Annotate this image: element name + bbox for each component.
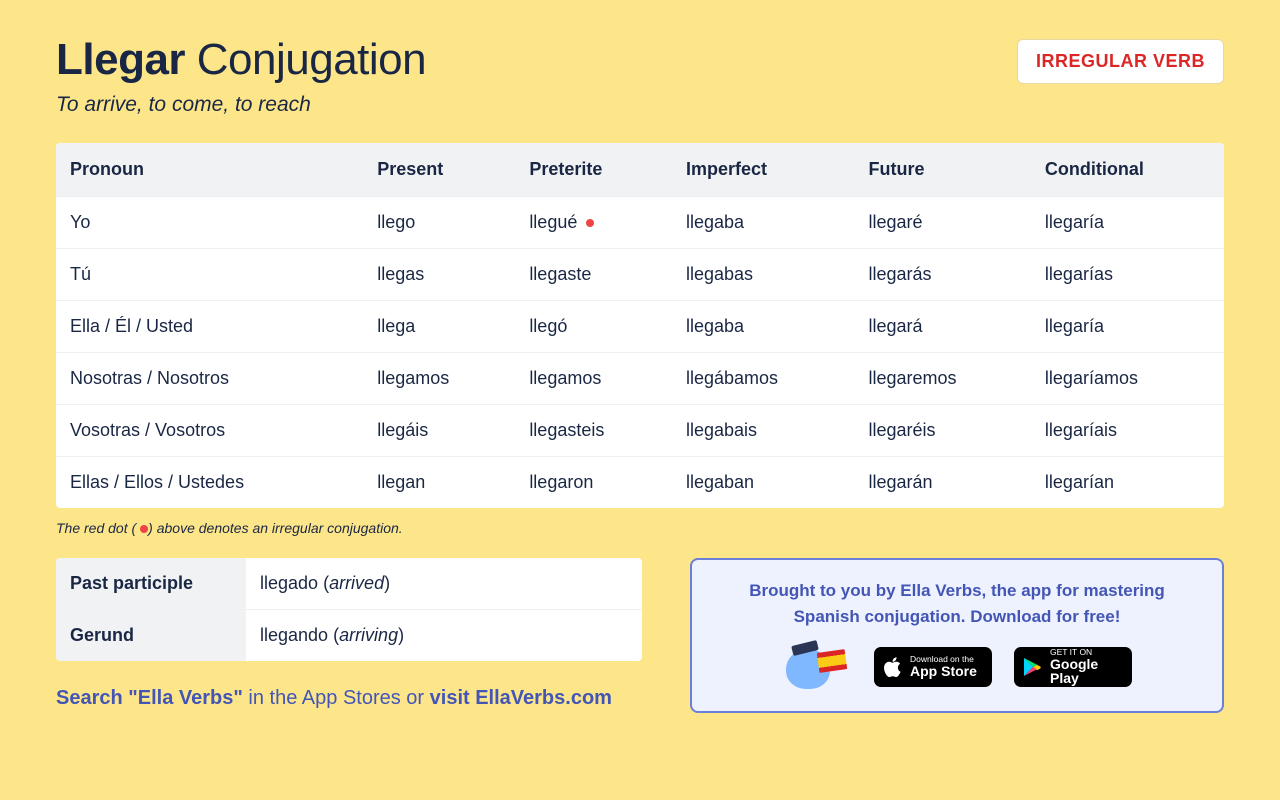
cell-imperfect: llegaba bbox=[672, 301, 855, 353]
cell-pronoun: Nosotras / Nosotros bbox=[56, 353, 363, 405]
column-header: Conditional bbox=[1031, 143, 1224, 197]
red-dot-icon bbox=[586, 219, 594, 227]
cell-imperfect: llegábamos bbox=[672, 353, 855, 405]
column-header: Future bbox=[855, 143, 1031, 197]
table-row: Ella / Él / Ustedllegallególlegaballegar… bbox=[56, 301, 1224, 353]
cell-conditional: llegaríamos bbox=[1031, 353, 1224, 405]
cell-pronoun: Ella / Él / Usted bbox=[56, 301, 363, 353]
cell-present: llego bbox=[363, 197, 515, 249]
past-participle-value: llegado (arrived) bbox=[246, 558, 642, 610]
cell-preterite: llegaste bbox=[515, 249, 672, 301]
cell-imperfect: llegaba bbox=[672, 197, 855, 249]
cell-future: llegaréis bbox=[855, 405, 1031, 457]
table-row: Túllegasllegastellegabasllegarásllegaría… bbox=[56, 249, 1224, 301]
cell-future: llegará bbox=[855, 301, 1031, 353]
google-play-icon bbox=[1023, 657, 1041, 677]
cell-conditional: llegarían bbox=[1031, 457, 1224, 509]
cell-imperfect: llegabas bbox=[672, 249, 855, 301]
gerund-label: Gerund bbox=[56, 610, 246, 662]
cell-preterite: llegasteis bbox=[515, 405, 672, 457]
cell-future: llegaré bbox=[855, 197, 1031, 249]
column-header: Present bbox=[363, 143, 515, 197]
apple-icon bbox=[883, 656, 901, 678]
cell-present: llega bbox=[363, 301, 515, 353]
cell-future: llegarán bbox=[855, 457, 1031, 509]
table-row: Ellas / Ellos / Ustedeslleganllegaronlle… bbox=[56, 457, 1224, 509]
cell-preterite: llegué bbox=[515, 197, 672, 249]
footnote: The red dot () above denotes an irregula… bbox=[56, 520, 1224, 536]
cell-conditional: llegaríais bbox=[1031, 405, 1224, 457]
cell-future: llegaremos bbox=[855, 353, 1031, 405]
cell-pronoun: Ellas / Ellos / Ustedes bbox=[56, 457, 363, 509]
search-cta: Search "Ella Verbs" in the App Stores or… bbox=[56, 687, 642, 710]
cell-preterite: llegaron bbox=[515, 457, 672, 509]
table-row: Nosotras / Nosotrosllegamosllegamosllegá… bbox=[56, 353, 1224, 405]
cell-preterite: llegó bbox=[515, 301, 672, 353]
forms-table: Past participle llegado (arrived) Gerund… bbox=[56, 558, 642, 661]
title-suffix: Conjugation bbox=[197, 35, 426, 84]
page-title: Llegar Conjugation bbox=[56, 35, 426, 85]
cell-pronoun: Tú bbox=[56, 249, 363, 301]
cell-present: llegan bbox=[363, 457, 515, 509]
red-dot-icon bbox=[140, 525, 148, 533]
table-row: Yollegollegué llegaballegaréllegaría bbox=[56, 197, 1224, 249]
conjugation-table: PronounPresentPreteriteImperfectFutureCo… bbox=[56, 143, 1224, 508]
cell-imperfect: llegaban bbox=[672, 457, 855, 509]
promo-text: Brought to you by Ella Verbs, the app fo… bbox=[720, 578, 1194, 629]
column-header: Imperfect bbox=[672, 143, 855, 197]
table-row: Vosotras / Vosotrosllegáisllegasteislleg… bbox=[56, 405, 1224, 457]
app-store-button[interactable]: Download on the App Store bbox=[874, 647, 992, 687]
cell-conditional: llegaría bbox=[1031, 197, 1224, 249]
cell-conditional: llegarías bbox=[1031, 249, 1224, 301]
verb-translation: To arrive, to come, to reach bbox=[56, 93, 426, 117]
promo-box: Brought to you by Ella Verbs, the app fo… bbox=[690, 558, 1224, 713]
cell-conditional: llegaría bbox=[1031, 301, 1224, 353]
cell-imperfect: llegabais bbox=[672, 405, 855, 457]
irregular-badge: IRREGULAR VERB bbox=[1017, 39, 1224, 84]
cell-future: llegarás bbox=[855, 249, 1031, 301]
gerund-value: llegando (arriving) bbox=[246, 610, 642, 662]
cell-present: llegas bbox=[363, 249, 515, 301]
column-header: Preterite bbox=[515, 143, 672, 197]
app-logo-icon bbox=[782, 643, 852, 691]
past-participle-label: Past participle bbox=[56, 558, 246, 610]
verb-name: Llegar bbox=[56, 35, 185, 84]
cell-pronoun: Yo bbox=[56, 197, 363, 249]
google-play-button[interactable]: GET IT ON Google Play bbox=[1014, 647, 1132, 687]
cell-preterite: llegamos bbox=[515, 353, 672, 405]
column-header: Pronoun bbox=[56, 143, 363, 197]
cell-present: llegamos bbox=[363, 353, 515, 405]
cell-present: llegáis bbox=[363, 405, 515, 457]
cell-pronoun: Vosotras / Vosotros bbox=[56, 405, 363, 457]
